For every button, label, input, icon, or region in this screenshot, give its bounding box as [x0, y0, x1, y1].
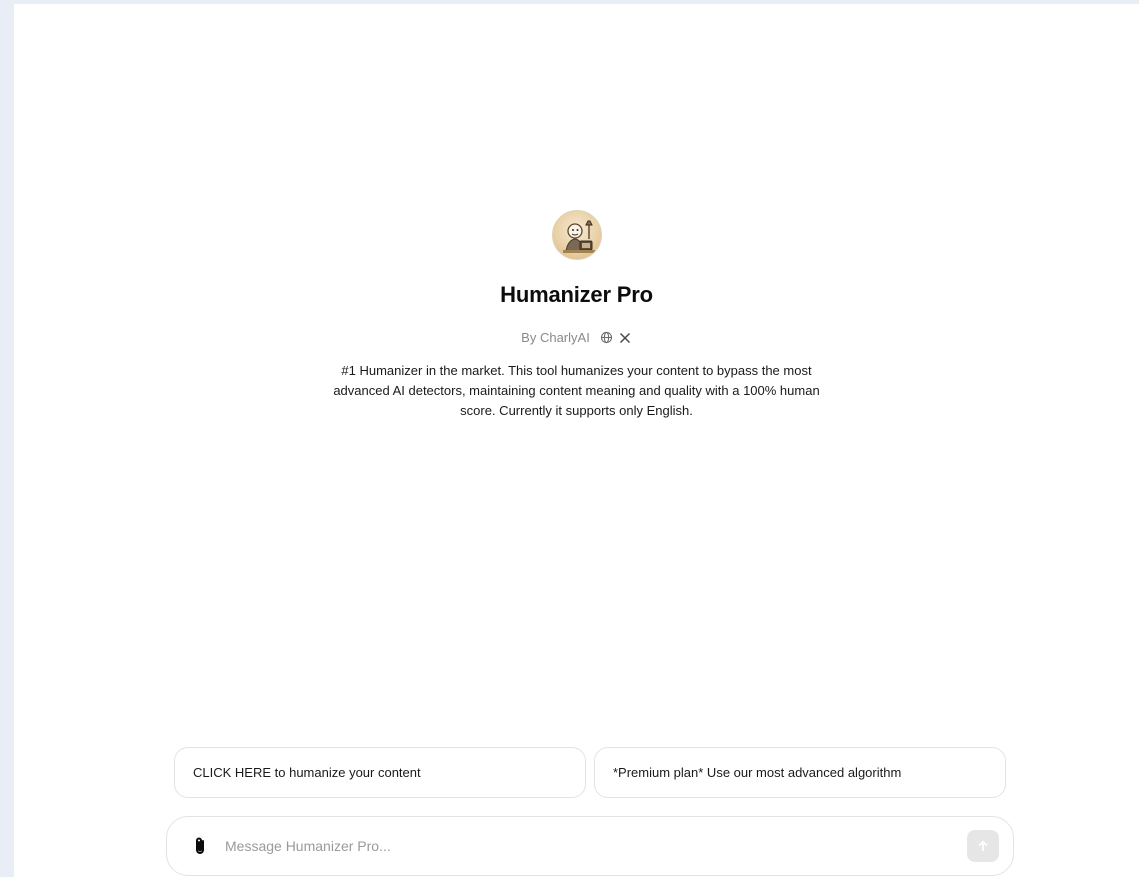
byline-links [600, 331, 632, 345]
paperclip-icon[interactable] [189, 835, 211, 857]
arrow-up-icon [978, 840, 988, 852]
x-logo-icon[interactable] [618, 331, 632, 345]
starter-humanize-content[interactable]: CLICK HERE to humanize your content [174, 747, 586, 798]
gpt-title: Humanizer Pro [500, 282, 653, 307]
message-composer [166, 816, 1014, 876]
message-input[interactable] [225, 838, 967, 854]
globe-icon[interactable] [600, 331, 614, 345]
gpt-description: #1 Humanizer in the market. This tool hu… [333, 363, 820, 418]
gpt-byline: By CharlyAI [521, 330, 632, 345]
send-button[interactable] [967, 830, 999, 862]
byline-author: By CharlyAI [521, 330, 590, 345]
gpt-intro: Humanizer Pro By CharlyAI #1 Humanizer i… [14, 210, 1139, 421]
conversation-starters: CLICK HERE to humanize your content *Pre… [174, 747, 1006, 798]
starter-premium-plan[interactable]: *Premium plan* Use our most advanced alg… [594, 747, 1006, 798]
chat-panel: Humanizer Pro By CharlyAI #1 Humanizer i… [14, 4, 1139, 877]
gpt-avatar [551, 210, 602, 260]
